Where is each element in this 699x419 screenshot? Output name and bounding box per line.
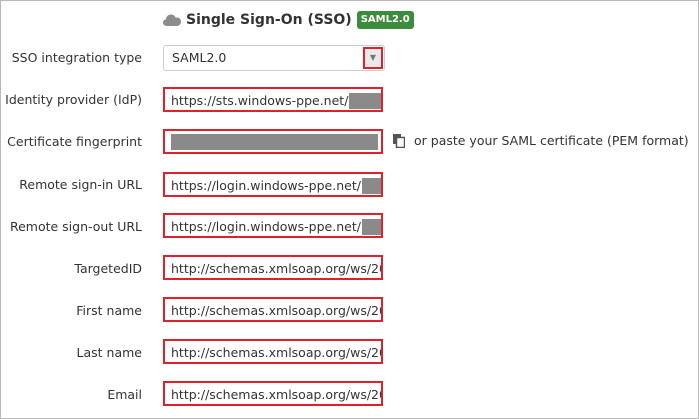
idp-input[interactable]: https://sts.windows-ppe.net/ <box>163 87 383 112</box>
integration-type-select[interactable]: SAML2.0 <box>163 45 385 71</box>
last-name-label: Last name <box>76 345 142 360</box>
idp-value: https://sts.windows-ppe.net/ <box>171 93 349 108</box>
cert-fingerprint-input[interactable] <box>163 129 383 154</box>
idp-label: Identity provider (IdP) <box>5 92 142 107</box>
targeted-id-value: http://schemas.xmlsoap.org/ws/20 <box>171 261 383 276</box>
sso-settings-panel: Single Sign-On (SSO) SAML2.0 SSO integra… <box>0 0 699 419</box>
redaction-block <box>361 178 381 194</box>
first-name-label: First name <box>76 303 142 318</box>
page-title: Single Sign-On (SSO) <box>186 12 352 28</box>
first-name-input[interactable]: http://schemas.xmlsoap.org/ws/20 <box>163 297 383 322</box>
signout-url-input[interactable]: https://login.windows-ppe.net/ <box>163 213 383 238</box>
first-name-value: http://schemas.xmlsoap.org/ws/20 <box>171 303 383 318</box>
email-input[interactable]: http://schemas.xmlsoap.org/ws/20 <box>163 381 383 406</box>
cloud-icon <box>163 14 181 26</box>
last-name-input[interactable]: http://schemas.xmlsoap.org/ws/20 <box>163 339 383 364</box>
integration-type-value: SAML2.0 <box>172 50 227 65</box>
clipboard-icon[interactable] <box>393 134 405 148</box>
redaction-block <box>361 219 381 235</box>
targeted-id-input[interactable]: http://schemas.xmlsoap.org/ws/20 <box>163 255 383 280</box>
integration-type-dropdown-button[interactable]: ▼ <box>363 47 383 69</box>
integration-type-label: SSO integration type <box>11 50 142 65</box>
cert-label: Certificate fingerprint <box>7 134 142 149</box>
signout-url-label: Remote sign-out URL <box>9 219 142 234</box>
paste-certificate-hint: or paste your SAML certificate (PEM form… <box>414 133 689 148</box>
sso-header: Single Sign-On (SSO) SAML2.0 <box>163 9 414 31</box>
signin-url-value: https://login.windows-ppe.net/ <box>171 178 361 193</box>
chevron-down-icon: ▼ <box>369 53 377 62</box>
email-value: http://schemas.xmlsoap.org/ws/20 <box>171 387 383 402</box>
targeted-id-label: TargetedID <box>74 261 142 276</box>
signin-url-input[interactable]: https://login.windows-ppe.net/ <box>163 172 383 197</box>
signout-url-value: https://login.windows-ppe.net/ <box>171 219 361 234</box>
saml-badge: SAML2.0 <box>356 11 414 29</box>
redaction-block <box>349 93 381 109</box>
email-label: Email <box>107 387 142 402</box>
redaction-block <box>171 134 378 150</box>
signin-url-label: Remote sign-in URL <box>19 177 142 192</box>
last-name-value: http://schemas.xmlsoap.org/ws/20 <box>171 345 383 360</box>
